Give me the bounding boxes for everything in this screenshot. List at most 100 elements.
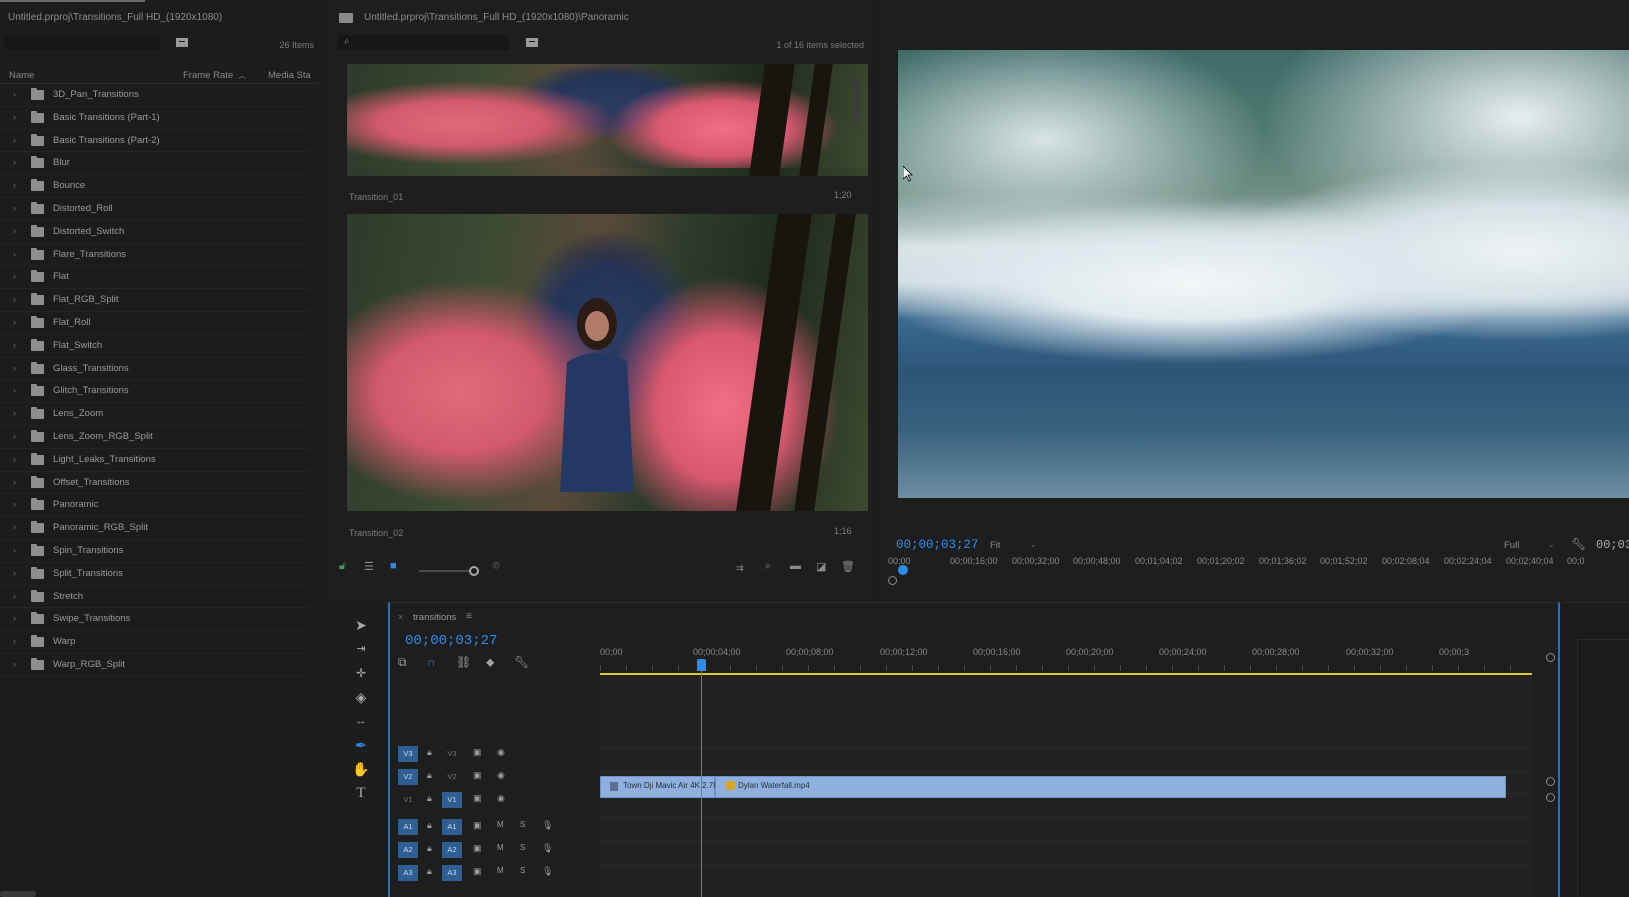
lock-icon[interactable]: 🔒︎	[427, 747, 432, 758]
slip-tool-icon[interactable]: ↔	[352, 712, 370, 730]
bin-row[interactable]: › Flare_Transitions	[0, 244, 310, 267]
chevron-right-icon[interactable]: ›	[13, 203, 16, 213]
sync-lock-icon[interactable]: ▣	[473, 820, 482, 831]
snap-magnet-icon[interactable]: ∩	[427, 655, 436, 669]
panel-menu-icon[interactable]: ≡	[466, 611, 472, 622]
in-point-handle[interactable]	[888, 576, 897, 585]
chevron-right-icon[interactable]: ›	[13, 340, 16, 350]
solo-icon[interactable]: S	[520, 866, 525, 875]
scroll-handle-icon[interactable]	[1546, 653, 1555, 662]
razor-tool-icon[interactable]: ◈	[352, 688, 370, 706]
bin-row[interactable]: › Lens_Zoom	[0, 403, 310, 426]
selection-tool-icon[interactable]: ➤	[352, 616, 370, 634]
bin-row[interactable]: › Bounce	[0, 175, 310, 198]
chevron-down-icon[interactable]: ⌄	[1548, 540, 1555, 549]
timeline-settings-wrench-icon[interactable]: 🔧︎	[514, 655, 529, 669]
new-bin-icon[interactable]: ▬	[790, 560, 801, 572]
column-name[interactable]: Name	[9, 70, 34, 81]
bin-row[interactable]: › Swipe_Transitions	[0, 608, 310, 632]
chevron-right-icon[interactable]: ›	[13, 89, 16, 99]
track-target-toggle[interactable]: A1	[442, 819, 462, 835]
wrench-icon[interactable]: 🔧︎	[1571, 537, 1586, 551]
chevron-down-icon[interactable]: ⌄	[1030, 540, 1037, 549]
track-target-toggle[interactable]: V3	[442, 746, 462, 762]
bin-row[interactable]: › Lens_Zoom_RGB_Split	[0, 426, 310, 449]
chevron-right-icon[interactable]: ›	[13, 522, 16, 532]
bin-row[interactable]: › Basic Transitions (Part-2)	[0, 130, 310, 153]
lock-icon[interactable]: 🔒︎	[427, 820, 432, 831]
chevron-right-icon[interactable]: ›	[13, 112, 16, 122]
bin-row[interactable]: › 3D_Pan_Transitions	[0, 84, 310, 107]
clip-thumbnail[interactable]	[347, 64, 868, 176]
project-horizontal-scrollbar[interactable]	[0, 891, 36, 897]
lock-icon[interactable]: 🔒︎	[427, 770, 432, 781]
timeline-clip[interactable]: Town Dji Mavic Air 4K 2.7K	[600, 776, 719, 798]
bin-row[interactable]: › Blur	[0, 152, 310, 176]
chevron-right-icon[interactable]: ›	[13, 135, 16, 145]
program-video-frame[interactable]	[898, 50, 1629, 498]
bin-row[interactable]: › Flat_RGB_Split	[0, 289, 310, 312]
sync-lock-icon[interactable]: ▣	[473, 843, 482, 854]
chevron-right-icon[interactable]: ›	[13, 477, 16, 487]
chevron-right-icon[interactable]: ›	[13, 613, 16, 623]
bin-row[interactable]: › Light_Leaks_Transitions	[0, 449, 310, 472]
source-patch-toggle[interactable]: A3	[398, 865, 418, 881]
chevron-right-icon[interactable]: ›	[13, 431, 16, 441]
eye-icon[interactable]: ◉	[497, 793, 505, 804]
trash-icon[interactable]: 🗑︎	[841, 560, 855, 573]
program-playhead[interactable]	[898, 565, 908, 575]
source-patch-toggle[interactable]: A1	[398, 819, 418, 835]
close-icon[interactable]: ×	[398, 612, 403, 622]
eye-icon[interactable]: ◉	[497, 770, 505, 781]
zoom-slider-track[interactable]	[419, 570, 475, 572]
scroll-handle-icon[interactable]	[1546, 777, 1555, 786]
pen-tool-icon[interactable]: ✒	[352, 736, 370, 754]
solo-icon[interactable]: S	[520, 843, 525, 852]
bin-row[interactable]: › Warp_RGB_Split	[0, 654, 310, 677]
track-target-toggle[interactable]: V2	[442, 769, 462, 785]
bin-row[interactable]: › Panoramic	[0, 494, 310, 518]
sort-icons-icon[interactable]: ⌾	[493, 560, 500, 573]
resolution-select[interactable]: Full	[1504, 540, 1519, 551]
microphone-icon[interactable]: 🎙︎	[542, 866, 553, 877]
bin-search-input[interactable]: ⌕	[338, 35, 509, 50]
sync-lock-icon[interactable]: ▣	[473, 866, 482, 877]
bin-vertical-scrollbar[interactable]	[853, 78, 859, 126]
chevron-right-icon[interactable]: ›	[13, 408, 16, 418]
mute-icon[interactable]: M	[497, 866, 504, 875]
audio-track-header[interactable]: A1 🔒︎ A1 ▣ M S 🎙︎	[390, 816, 600, 838]
linked-selection-icon[interactable]: ⛓︎	[456, 655, 471, 669]
type-tool-icon[interactable]: T	[352, 784, 370, 802]
program-timecode[interactable]: 00;00;03;27	[896, 538, 979, 552]
chevron-right-icon[interactable]: ›	[13, 271, 16, 281]
bin-row[interactable]: › Distorted_Switch	[0, 221, 310, 244]
zoom-slider-knob[interactable]	[469, 566, 479, 576]
video-track-header[interactable]: V2 🔒︎ V2 ▣ ◉	[390, 766, 600, 788]
scroll-handle-icon[interactable]	[1546, 793, 1555, 802]
track-target-toggle[interactable]: A2	[442, 842, 462, 858]
bin-row[interactable]: › Glitch_Transitions	[0, 380, 310, 404]
solo-icon[interactable]: S	[520, 820, 525, 829]
clip-thumbnail[interactable]	[347, 214, 868, 511]
lock-icon[interactable]: 🔒︎	[427, 866, 432, 877]
bin-row[interactable]: › Spin_Transitions	[0, 540, 310, 563]
track-select-tool-icon[interactable]: ⇥	[352, 640, 370, 658]
chevron-right-icon[interactable]: ›	[13, 499, 16, 509]
microphone-icon[interactable]: 🎙︎	[542, 820, 553, 831]
bin-row[interactable]: › Split_Transitions	[0, 563, 310, 586]
chevron-right-icon[interactable]: ›	[13, 157, 16, 167]
sequence-tab[interactable]: transitions	[413, 612, 456, 623]
ripple-edit-tool-icon[interactable]: ✛	[352, 664, 370, 682]
list-view-icon[interactable]: ☰	[364, 560, 374, 573]
chevron-right-icon[interactable]: ›	[13, 317, 16, 327]
nest-toggle-icon[interactable]: ⧉	[398, 655, 407, 670]
bin-row[interactable]: › Panoramic_RGB_Split	[0, 517, 310, 540]
chevron-right-icon[interactable]: ›	[13, 568, 16, 578]
bin-row[interactable]: › Flat_Switch	[0, 335, 310, 358]
icon-view-icon[interactable]: ■	[390, 560, 397, 572]
zoom-select[interactable]: Fit	[990, 540, 1001, 551]
chevron-right-icon[interactable]: ›	[13, 226, 16, 236]
source-patch-toggle[interactable]: V2	[398, 769, 418, 785]
eye-icon[interactable]: ◉	[497, 747, 505, 758]
bin-folder-icon[interactable]	[339, 13, 353, 23]
